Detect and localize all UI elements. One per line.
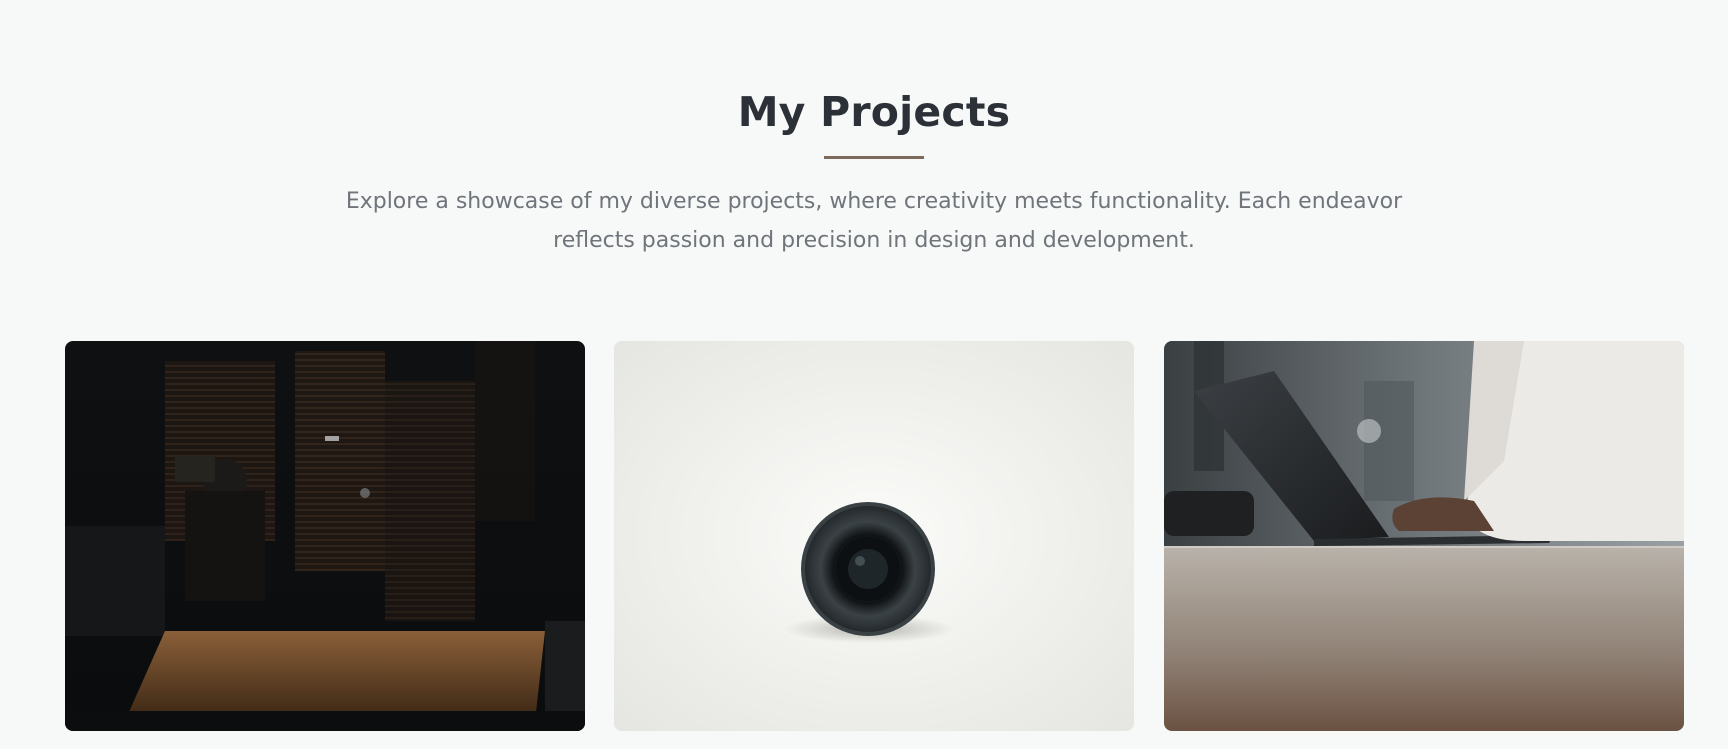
studio-camera-operator-photo — [65, 341, 585, 731]
projects-section: My Projects Explore a showcase of my div… — [0, 0, 1728, 749]
project-card-1[interactable] — [65, 341, 585, 731]
section-title: My Projects — [737, 88, 1011, 136]
title-underline — [824, 156, 924, 159]
project-card-2[interactable] — [614, 341, 1134, 731]
laptop-typing-photo — [1164, 341, 1684, 731]
section-description: Explore a showcase of my diverse project… — [345, 189, 1403, 253]
camera-lens-photo — [614, 341, 1134, 731]
project-card-3[interactable] — [1164, 341, 1684, 731]
